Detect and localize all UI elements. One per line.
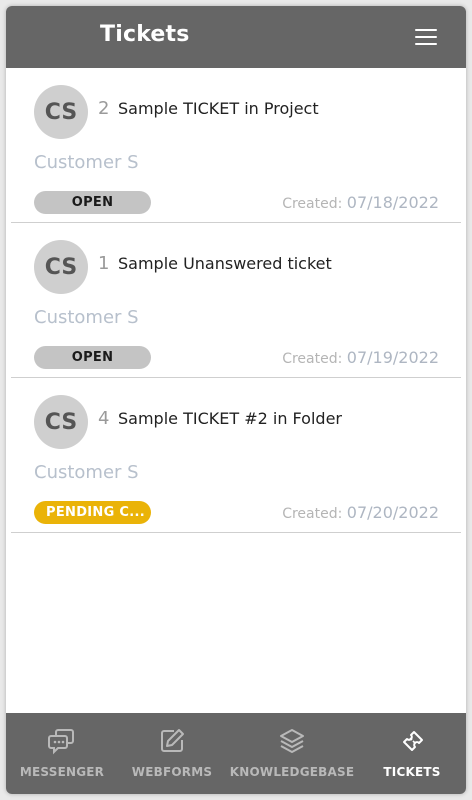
- nav-webforms[interactable]: WEBFORMS: [118, 713, 226, 794]
- knowledgebase-icon: [280, 729, 304, 753]
- created-label: Created:: [282, 351, 343, 367]
- tickets-icon: [403, 731, 423, 751]
- created-date: 07/20/2022: [346, 503, 439, 522]
- nav-label: WEBFORMS: [131, 765, 213, 779]
- ticket-subject: Sample TICKET in Project: [118, 99, 319, 118]
- ticket-number: 1: [98, 253, 110, 274]
- ticket-subject: Sample Unanswered ticket: [118, 254, 332, 273]
- ticket-number: 4: [98, 408, 110, 429]
- ticket-created: Created: 07/19/2022: [282, 348, 439, 367]
- created-label: Created:: [282, 506, 343, 522]
- status-badge: OPEN: [34, 346, 151, 369]
- avatar: CS: [34, 395, 88, 449]
- app-frame: Tickets CS 2 Sample TICKET in Project Cu…: [6, 6, 466, 794]
- ticket-customer: Customer S: [34, 307, 139, 328]
- ticket-created: Created: 07/20/2022: [282, 503, 439, 522]
- ticket-item[interactable]: CS 2 Sample TICKET in Project Customer S…: [11, 68, 461, 223]
- ticket-customer: Customer S: [34, 152, 139, 173]
- ticket-customer: Customer S: [34, 462, 139, 483]
- ticket-created: Created: 07/18/2022: [282, 193, 439, 212]
- nav-tickets[interactable]: TICKETS: [358, 713, 466, 794]
- ticket-number: 2: [98, 98, 110, 119]
- ticket-item[interactable]: CS 4 Sample TICKET #2 in Folder Customer…: [11, 378, 461, 533]
- status-badge: PENDING C...: [34, 501, 151, 524]
- nav-messenger[interactable]: MESSENGER: [6, 713, 118, 794]
- ticket-item[interactable]: CS 1 Sample Unanswered ticket Customer S…: [11, 223, 461, 378]
- nav-label: KNOWLEDGEBASE: [229, 765, 355, 779]
- created-date: 07/19/2022: [346, 348, 439, 367]
- avatar: CS: [34, 85, 88, 139]
- page-title: Tickets: [100, 22, 190, 47]
- bottom-nav: MESSENGER WEBFORMS KNOWLEDGEBASE TICKETS: [6, 713, 466, 794]
- nav-label: TICKETS: [383, 765, 441, 779]
- app-header: Tickets: [6, 6, 466, 68]
- webforms-icon: [161, 729, 184, 752]
- created-label: Created:: [282, 196, 343, 212]
- nav-knowledgebase[interactable]: KNOWLEDGEBASE: [226, 713, 358, 794]
- hamburger-menu-icon[interactable]: [412, 26, 440, 48]
- created-date: 07/18/2022: [346, 193, 439, 212]
- avatar: CS: [34, 240, 88, 294]
- ticket-list: CS 2 Sample TICKET in Project Customer S…: [6, 68, 466, 533]
- messenger-icon: [48, 729, 74, 755]
- ticket-subject: Sample TICKET #2 in Folder: [118, 409, 342, 428]
- nav-label: MESSENGER: [19, 765, 105, 779]
- status-badge: OPEN: [34, 191, 151, 214]
